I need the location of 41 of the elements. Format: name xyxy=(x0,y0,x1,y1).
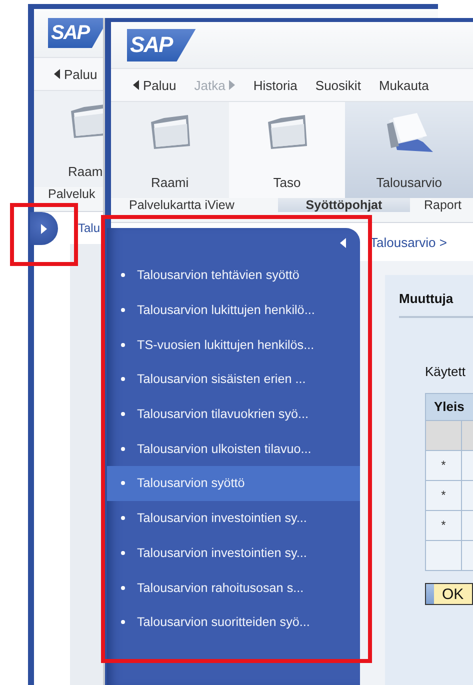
toolbar-button[interactable]: Raami xyxy=(111,102,229,198)
toolbar-button[interactable]: Raam xyxy=(34,91,105,187)
section-heading: Muuttuja xyxy=(399,291,473,318)
menu-item[interactable]: Talousarvion syöttö xyxy=(107,466,360,501)
nav-link[interactable]: Mukauta xyxy=(378,78,429,92)
nav-link[interactable]: Paluu xyxy=(133,78,176,92)
description-text: Käytett xyxy=(425,364,466,379)
table-cell: * xyxy=(426,451,462,480)
menu-item[interactable]: Talousarvion lukittujen henkilö... xyxy=(107,292,360,328)
nav-link[interactable]: Paluu xyxy=(54,66,98,82)
breadcrumb-link[interactable]: Talousarvio > xyxy=(370,234,447,250)
menu-item[interactable]: Talousarvion rahoitusosan s... xyxy=(107,570,360,605)
menu-item[interactable]: Talousarvion ulkoisten tilavuo... xyxy=(107,431,360,466)
nav-link[interactable]: Historia xyxy=(253,78,298,92)
nav-link[interactable]: Suosikit xyxy=(315,78,361,92)
table-cell: * xyxy=(426,481,462,510)
breadcrumb-link[interactable]: Talu xyxy=(78,221,100,235)
menu-item[interactable]: Talousarvion tehtävien syöttö xyxy=(107,258,360,293)
tab[interactable]: Syöttöpohjat xyxy=(278,198,410,212)
ok-button[interactable]: OK xyxy=(425,583,473,605)
tab[interactable]: Palveluk xyxy=(34,187,96,201)
back-arrow-icon xyxy=(54,69,60,79)
toolbar-button[interactable]: Taso xyxy=(228,102,346,198)
table-cell: * xyxy=(426,511,462,540)
menu-item[interactable]: TS-vuosien lukittujen henkilös... xyxy=(107,327,360,362)
toolbar-button[interactable]: Talousarvio xyxy=(345,102,473,198)
table-header: Yleis xyxy=(426,394,473,420)
menu-item[interactable]: Talousarvion tilavuokrien syö... xyxy=(107,396,360,432)
tab[interactable]: Raport xyxy=(410,198,462,212)
collapse-button[interactable] xyxy=(338,236,348,250)
collapse-icon xyxy=(340,238,346,248)
highlight-frame xyxy=(10,203,78,266)
menu-item[interactable]: Talousarvion suoritteiden syö... xyxy=(107,604,360,640)
menu-item[interactable]: Talousarvion investointien sy... xyxy=(107,536,360,570)
tab[interactable]: Palvelukartta iView xyxy=(111,198,278,212)
back-arrow-icon xyxy=(133,80,139,90)
menu-item[interactable]: Talousarvion sisäisten erien ... xyxy=(107,362,360,397)
forward-arrow-icon xyxy=(229,80,236,90)
expand-icon xyxy=(41,224,47,234)
sap-logo: SAP xyxy=(127,28,196,62)
menu-item[interactable]: Talousarvion investointien sy... xyxy=(107,500,360,536)
